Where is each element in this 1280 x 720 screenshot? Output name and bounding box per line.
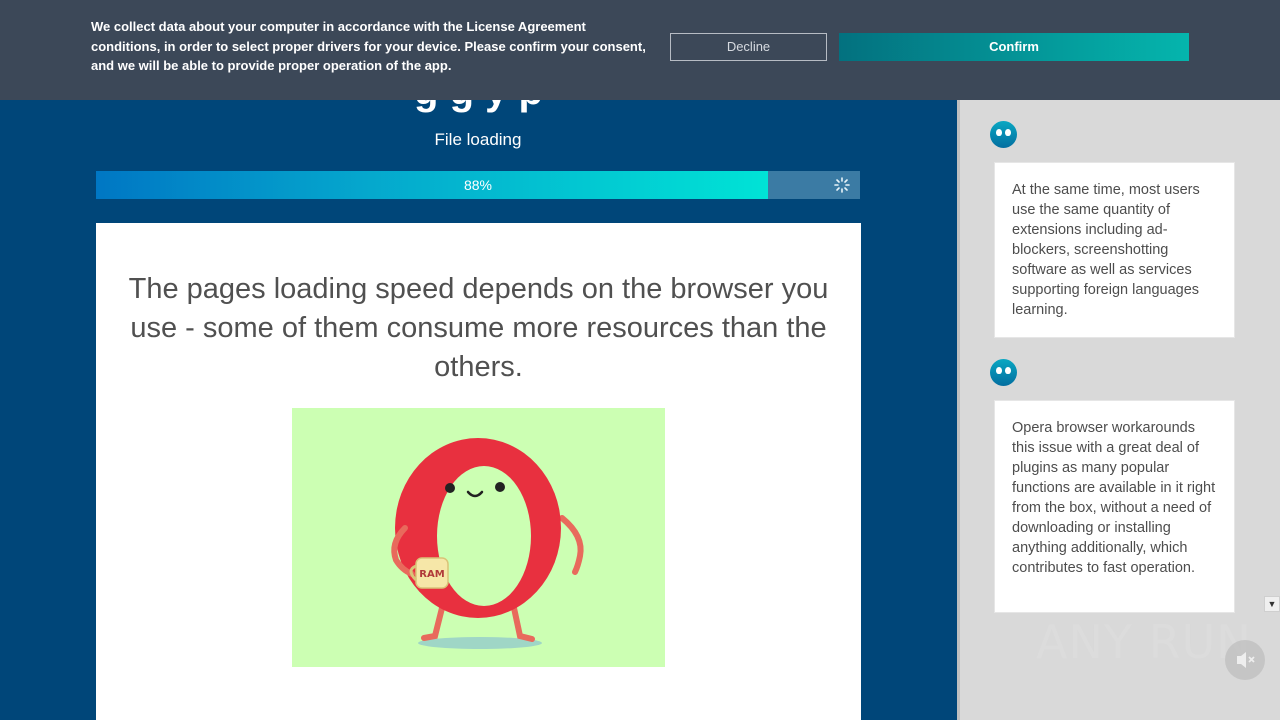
mute-button[interactable] [1225, 640, 1265, 680]
progress-bar: 88% [96, 171, 860, 199]
decline-button[interactable]: Decline [670, 33, 827, 61]
spinner-icon [834, 177, 850, 193]
speaker-muted-icon [1237, 652, 1255, 668]
main-area: g g y p File loading 88% The pages loadi… [0, 0, 957, 720]
info-card: The pages loading speed depends on the b… [96, 223, 861, 720]
anyrun-watermark: ANY RUN [1036, 615, 1252, 669]
consent-banner: We collect data about your computer in a… [0, 0, 1280, 100]
chat-message: Opera browser workarounds this issue wit… [994, 400, 1235, 613]
consent-message: We collect data about your computer in a… [91, 19, 646, 73]
bot-avatar-icon [990, 121, 1017, 148]
card-title: The pages loading speed depends on the b… [128, 273, 829, 383]
file-loading-label: File loading [434, 130, 522, 149]
confirm-button[interactable]: Confirm [839, 33, 1189, 61]
chat-message: At the same time, most users use the sam… [994, 162, 1235, 338]
progress-percent: 88% [463, 177, 493, 193]
opera-mascot-illustration: RAM [292, 408, 665, 667]
bot-avatar-icon [990, 359, 1017, 386]
mug-label: RAM [419, 569, 444, 580]
scroll-down-button[interactable]: ▼ [1264, 596, 1280, 612]
